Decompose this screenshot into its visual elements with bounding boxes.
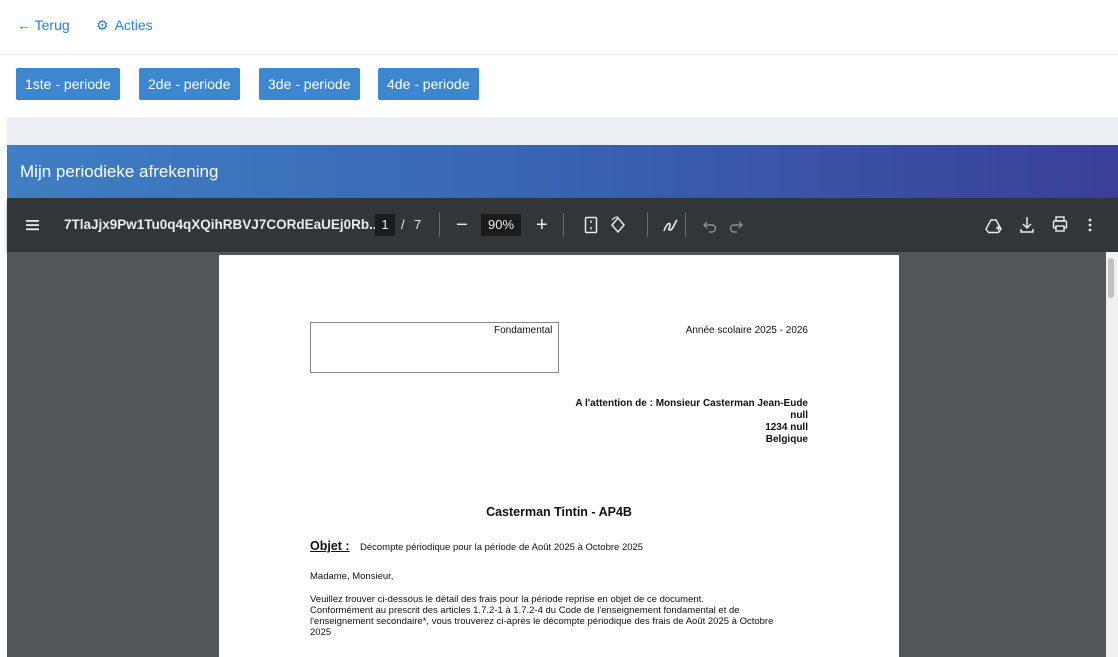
toolbar-divider [439,213,440,237]
pdf-viewer[interactable]: Fondamental Année scolaire 2025 - 2026 A… [7,252,1118,657]
salutation: Madame, Monsieur, [310,571,394,582]
page-total: 7 [414,217,422,232]
address-line-3: Belgique [765,434,808,445]
page-scrollbar[interactable] [1106,252,1118,657]
scrollbar-thumb[interactable] [1108,258,1114,298]
period-3-button[interactable]: 3de - periode [259,68,360,100]
print-icon[interactable] [1052,198,1068,252]
attention-line: A l'attention de : Monsieur Casterman Je… [575,398,808,409]
objet-label: Objet : [310,539,350,553]
body-line-4: 2025 [310,627,332,638]
gear-icon: ⚙ [96,17,109,33]
zoom-out-button[interactable]: − [456,198,468,252]
redo-icon[interactable] [729,198,743,252]
period-buttons: 1ste - periode 2de - periode 3de - perio… [0,55,1118,117]
toolbar-divider [685,213,686,237]
top-nav: ← Terug ⚙ Acties [0,0,1118,55]
drive-add-icon[interactable] [984,198,1002,252]
back-link[interactable]: ← Terug [17,17,70,33]
pdf-filename: 7TlaJjx9Pw1Tu0q4qXQihRBVJ7CORdEaUEj0Rb..… [64,217,381,232]
body-line-3: l'enseignement secondaire*, vous trouver… [310,616,774,627]
rotate-icon[interactable] [609,198,627,252]
actions-link[interactable]: ⚙ Acties [96,17,153,34]
panel-title: Mijn periodieke afrekening [7,145,1118,198]
address-line-2: 1234 null [765,422,808,433]
separator-band [7,117,1118,145]
pdf-page: Fondamental Année scolaire 2025 - 2026 A… [219,255,899,657]
actions-label: Acties [114,17,153,33]
more-options-icon[interactable] [1087,198,1093,252]
body-line-2: Conformément au prescrit des articles 1.… [310,605,740,616]
period-4-button[interactable]: 4de - periode [378,68,479,100]
annotate-icon[interactable] [662,198,678,252]
toolbar-divider [647,213,648,237]
page-separator: / [401,217,405,232]
address-line-1: null [790,410,808,421]
fit-page-icon[interactable] [584,198,598,252]
page-number-input[interactable]: 1 [375,214,395,236]
school-year: Année scolaire 2025 - 2026 [685,325,808,336]
period-2-button[interactable]: 2de - periode [139,68,240,100]
menu-icon[interactable] [26,198,40,252]
objet-text: Décompte périodique pour la période de A… [360,542,644,553]
zoom-input[interactable]: 90% [481,214,521,236]
download-icon[interactable] [1019,198,1035,252]
toolbar-divider [563,213,564,237]
undo-icon[interactable] [703,198,717,252]
pdf-toolbar: 7TlaJjx9Pw1Tu0q4qXQihRBVJ7CORdEaUEj0Rb..… [7,198,1118,252]
student-name: Casterman Tintin - AP4B [486,505,632,519]
body-line-1: Veuillez trouver ci-dessous le détail de… [310,594,704,605]
box-label: Fondamental [494,325,553,336]
zoom-in-button[interactable]: + [536,198,548,252]
period-1-button[interactable]: 1ste - periode [16,68,120,100]
